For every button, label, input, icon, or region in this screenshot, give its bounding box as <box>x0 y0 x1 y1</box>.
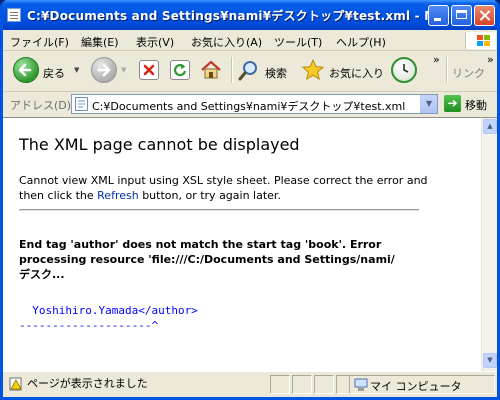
stop-button[interactable] <box>137 57 161 85</box>
toolbar-separator <box>231 57 232 83</box>
status-panel <box>314 375 334 394</box>
minimize-button[interactable] <box>428 5 449 26</box>
maximize-button[interactable] <box>451 5 472 26</box>
menu-edit[interactable]: 編集(E) <box>81 34 119 50</box>
title-bar[interactable]: C:¥Documents and Settings¥nami¥デスクトップ¥te… <box>3 0 497 30</box>
status-panel <box>292 375 312 394</box>
xml-page-icon <box>75 97 88 111</box>
search-button[interactable]: 検索 <box>237 57 295 85</box>
chevron-down-icon[interactable]: ▼ <box>74 66 79 74</box>
status-bar: ページが表示されました マイ コンピュータ <box>3 371 497 397</box>
chevron-down-icon[interactable]: ▼ <box>121 66 126 74</box>
my-computer-icon <box>354 378 368 391</box>
close-button[interactable] <box>474 5 495 26</box>
stop-icon <box>139 60 159 80</box>
zone-panel: マイ コンピュータ <box>349 375 495 394</box>
go-arrow-icon[interactable]: ➔ <box>444 95 461 112</box>
source-line: Yoshihiro.Yamada</author> <box>19 304 198 317</box>
menu-help[interactable]: ヘルプ(H) <box>336 34 386 50</box>
menu-tools[interactable]: ツール(T) <box>274 34 322 50</box>
links-overflow-chevron-icon[interactable]: » <box>487 53 494 66</box>
scroll-up-icon[interactable]: ▲ <box>483 119 497 134</box>
status-panel <box>270 375 290 394</box>
browser-window: C:¥Documents and Settings¥nami¥デスクトップ¥te… <box>0 0 500 400</box>
favorites-label: お気に入り <box>329 67 384 80</box>
refresh-icon <box>170 60 190 80</box>
zone-label: マイ コンピュータ <box>370 380 462 393</box>
go-button[interactable]: 移動 <box>465 97 487 113</box>
favorites-button[interactable]: お気に入り <box>301 57 385 85</box>
address-label: アドレス(D) <box>10 99 72 112</box>
menu-bar: ファイル(F) 編集(E) 表示(V) お気に入り(A) ツール(T) ヘルプ(… <box>3 30 497 51</box>
standard-toolbar: 戻る ▼ ▼ 検索 お気に入り » リンク » <box>3 51 497 92</box>
back-button[interactable]: 戻る ▼ <box>11 57 83 85</box>
error-title: The XML page cannot be displayed <box>19 135 300 154</box>
favorites-star-icon <box>301 58 325 81</box>
menu-favorites[interactable]: お気に入り(A) <box>191 34 262 50</box>
search-icon <box>238 61 257 81</box>
status-message: ページが表示されました <box>27 377 148 390</box>
error-description: Cannot view XML input using XSL style sh… <box>19 173 439 203</box>
home-icon <box>201 60 221 79</box>
back-label: 戻る <box>43 67 65 80</box>
refresh-link[interactable]: Refresh <box>97 189 139 202</box>
history-clock-icon <box>391 57 417 83</box>
links-label[interactable]: リンク <box>452 65 485 81</box>
history-button[interactable] <box>391 57 419 85</box>
forward-arrow-icon <box>91 57 117 83</box>
refresh-button[interactable] <box>168 57 192 85</box>
menu-file[interactable]: ファイル(F) <box>10 34 69 50</box>
xml-document-icon <box>7 8 21 22</box>
toolbar-separator <box>446 57 447 83</box>
error-pointer-line: --------------------^ <box>19 319 159 332</box>
vertical-scrollbar[interactable]: ▲ ▼ <box>481 117 497 370</box>
error-detail: End tag 'author' does not match the star… <box>19 238 395 281</box>
toolbar-overflow-chevron-icon[interactable]: » <box>433 53 440 66</box>
search-label: 検索 <box>265 67 287 80</box>
home-button[interactable] <box>199 57 225 85</box>
divider <box>19 209 419 211</box>
back-arrow-icon <box>13 57 39 83</box>
scroll-down-icon[interactable]: ▼ <box>483 353 497 368</box>
address-bar: アドレス(D) C:¥Documents and Settings¥nami¥デ… <box>3 92 497 116</box>
address-input[interactable]: C:¥Documents and Settings¥nami¥デスクトップ¥te… <box>71 94 438 114</box>
window-title: C:¥Documents and Settings¥nami¥デスクトップ¥te… <box>27 9 455 23</box>
menu-view[interactable]: 表示(V) <box>136 34 174 50</box>
windows-logo-icon <box>465 32 496 49</box>
page-content: The XML page cannot be displayed Cannot … <box>3 117 481 371</box>
error-description-tail: button, or try again later. <box>138 189 281 202</box>
forward-button[interactable]: ▼ <box>89 57 129 85</box>
page-done-icon <box>9 377 22 391</box>
address-value: C:¥Documents and Settings¥nami¥デスクトップ¥te… <box>92 100 406 113</box>
address-dropdown-chevron-icon[interactable]: ▼ <box>420 95 437 113</box>
